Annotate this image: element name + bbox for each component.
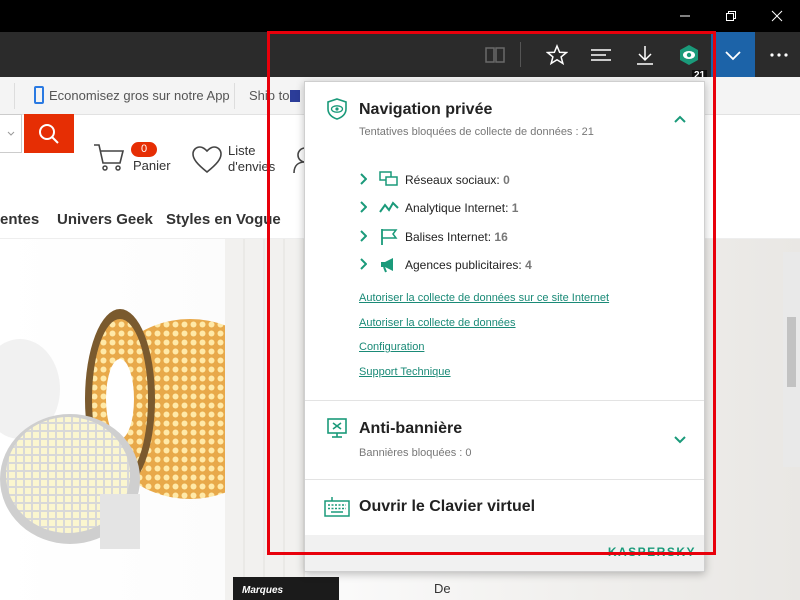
ad-agencies-icon — [381, 258, 393, 273]
toolbar-separator — [520, 42, 521, 67]
cart-icon[interactable] — [92, 141, 126, 178]
flag-icon — [290, 90, 300, 102]
private-browsing-title[interactable]: Navigation privée — [359, 101, 492, 119]
category-name: Analytique Internet: — [405, 201, 509, 215]
search-category-dropdown[interactable] — [0, 114, 22, 153]
nav-item-styles-en-vogue[interactable]: Styles en Vogue — [166, 211, 281, 228]
more-dots-icon — [770, 52, 788, 57]
category-name: Réseaux sociaux: — [405, 173, 500, 187]
star-icon — [546, 43, 568, 65]
chevron-right-icon — [360, 230, 367, 242]
restore-icon — [726, 11, 736, 21]
category-count: 0 — [503, 173, 510, 187]
analytics-icon — [379, 201, 399, 213]
ship-to-selector[interactable]: Ship to — [249, 88, 289, 103]
promo-separator — [234, 83, 235, 109]
category-label: Agences publicitaires: 4 — [405, 258, 532, 272]
category-label: Analytique Internet: 1 — [405, 201, 518, 215]
wood-background — [225, 239, 305, 600]
download-icon — [637, 45, 653, 65]
kaspersky-eye-icon — [680, 44, 698, 65]
app-promo-link[interactable]: Economisez gros sur notre App — [49, 88, 230, 103]
section-divider — [305, 400, 704, 401]
chevron-right-icon — [360, 258, 367, 270]
anti-banner-title[interactable]: Anti-bannière — [359, 420, 462, 438]
minimize-icon — [680, 15, 690, 17]
category-row-social-networks[interactable]: Réseaux sociaux: 0 — [359, 170, 559, 190]
category-count: 16 — [494, 230, 508, 244]
book-icon — [485, 46, 505, 63]
browser-toolbar: 21 — [0, 32, 800, 82]
category-name: Balises Internet: — [405, 230, 492, 244]
chevron-right-icon — [360, 173, 367, 185]
allow-collection-link[interactable]: Autoriser la collecte de données — [359, 317, 516, 329]
search-button[interactable] — [24, 114, 74, 153]
close-icon — [771, 10, 783, 22]
heart-icon[interactable] — [191, 145, 223, 180]
nav-item-entes[interactable]: entes — [0, 211, 39, 228]
social-networks-icon — [379, 171, 398, 186]
private-browsing-shield-icon — [327, 98, 347, 120]
favorites-button[interactable] — [538, 32, 576, 77]
extensions-dropdown-button[interactable] — [711, 32, 755, 77]
virtual-keyboard-button[interactable]: Ouvrir le Clavier virtuel — [359, 498, 535, 516]
category-row-analytics[interactable]: Analytique Internet: 1 — [359, 198, 559, 218]
category-count: 1 — [511, 201, 519, 215]
anti-banner-subtitle: Bannières bloquées : 0 — [359, 447, 472, 459]
wishlist-label[interactable]: Liste d'envies — [228, 143, 278, 175]
promo-separator — [14, 83, 15, 109]
category-row-beacons[interactable]: Balises Internet: 16 — [359, 227, 559, 247]
private-browsing-subtitle: Tentatives bloquées de collecte de donné… — [359, 126, 594, 138]
downloads-button[interactable] — [626, 32, 664, 77]
allow-collection-site-link[interactable]: Autoriser la collecte de données sur ce … — [359, 292, 609, 304]
hub-button[interactable] — [582, 32, 620, 77]
chevron-up-icon — [674, 115, 686, 123]
category-name: Agences publicitaires: — [405, 258, 522, 272]
popup-footer: KASPERSKY — [305, 535, 704, 571]
scrollbar-thumb[interactable] — [787, 317, 796, 387]
nav-item-univers-geek[interactable]: Univers Geek — [57, 211, 153, 228]
cart-count-badge: 0 — [131, 142, 157, 157]
kaspersky-popup: Navigation privée Tentatives bloquées de… — [304, 81, 705, 572]
category-label: Réseaux sociaux: 0 — [405, 173, 510, 187]
category-row-ad-agencies[interactable]: Agences publicitaires: 4 — [359, 255, 559, 275]
chevron-down-icon — [674, 436, 686, 444]
category-label: Balises Internet: 16 — [405, 230, 508, 244]
category-count: 4 — [525, 258, 532, 272]
window-title-bar — [0, 0, 800, 32]
anti-banner-icon — [327, 418, 347, 438]
bottom-text: De — [434, 581, 451, 596]
brands-label[interactable]: Marques — [233, 577, 339, 600]
search-icon — [39, 123, 59, 144]
chevron-down-icon — [725, 50, 741, 60]
technical-support-link[interactable]: Support Technique — [359, 366, 451, 378]
section-divider — [305, 479, 704, 480]
more-button[interactable] — [758, 32, 800, 77]
keyboard-icon — [324, 497, 350, 517]
minimize-button[interactable] — [662, 0, 708, 32]
cart-label[interactable]: Panier — [133, 158, 171, 173]
collapse-private-browsing-button[interactable] — [673, 112, 687, 126]
smartphone-icon — [34, 86, 44, 104]
configuration-link[interactable]: Configuration — [359, 341, 424, 353]
kaspersky-logo: KASPERSKY — [607, 545, 696, 559]
restore-button[interactable] — [708, 0, 754, 32]
beacons-icon — [381, 229, 398, 245]
chevron-right-icon — [360, 201, 367, 213]
hub-lines-icon — [591, 48, 611, 61]
chevron-down-icon — [7, 131, 14, 136]
expand-anti-banner-button[interactable] — [673, 433, 687, 447]
close-button[interactable] — [754, 0, 800, 32]
reading-view-button[interactable] — [476, 32, 514, 77]
